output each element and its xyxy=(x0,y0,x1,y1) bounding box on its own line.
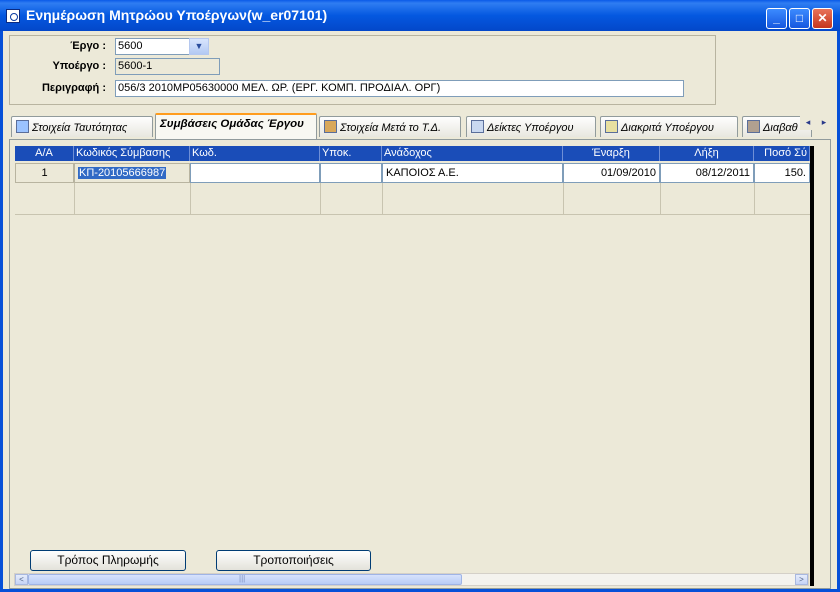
grid-col-divider xyxy=(660,183,661,214)
grid-icon xyxy=(747,120,760,133)
ypoergo-label: Υποέργο : xyxy=(52,60,107,72)
indicator-icon xyxy=(471,120,484,133)
window-title: Ενημέρωση Μητρώου Υποέργων(w_er07101) xyxy=(26,7,328,23)
ypoergo-field[interactable]: 5600-1 xyxy=(115,58,220,75)
grid-col-divider xyxy=(754,183,755,214)
scroll-thumb[interactable]: ||| xyxy=(28,574,462,585)
grid-row-divider xyxy=(15,214,810,215)
column-header-contractor[interactable]: Ανάδοχος xyxy=(382,146,563,161)
column-header-contract-code[interactable]: Κωδικός Σύμβασης xyxy=(74,146,190,161)
grid-col-divider xyxy=(320,183,321,214)
list-icon xyxy=(605,120,618,133)
close-button[interactable]: ✕ xyxy=(812,8,833,29)
cell-start[interactable]: 01/09/2010 xyxy=(563,163,660,183)
perigrafi-field[interactable]: 056/3 2010ΜΡ05630000 ΜΕΛ. ΩΡ. (ΕΡΓ. ΚΟΜΠ… xyxy=(115,80,684,97)
tab-label: Διαβαθ xyxy=(763,122,798,134)
payment-method-button[interactable]: Τρόπος Πληρωμής xyxy=(30,550,186,571)
tab-after-td[interactable]: Στοιχεία Μετά το Τ.Δ. xyxy=(319,116,461,137)
chevron-down-icon[interactable]: ▼ xyxy=(189,38,209,55)
cell-contract-code[interactable]: ΚΠ-20105666987 xyxy=(74,163,190,183)
grid-col-divider xyxy=(190,183,191,214)
ergo-label: Έργο : xyxy=(70,40,106,52)
column-header-subcode[interactable]: Υποκ. xyxy=(320,146,382,161)
grid-col-divider xyxy=(382,183,383,214)
column-header-amount[interactable]: Ποσό Σύ xyxy=(754,146,810,161)
column-header-end[interactable]: Λήξη xyxy=(660,146,754,161)
grip-icon: ||| xyxy=(239,574,246,583)
column-header-code[interactable]: Κωδ. xyxy=(190,146,320,161)
maximize-button[interactable]: □ xyxy=(789,8,810,29)
box-icon xyxy=(324,120,337,133)
tab-label: Διακριτά Υποέργου xyxy=(621,122,714,134)
ergo-combo[interactable]: 5600 xyxy=(115,38,190,55)
grid-col-divider xyxy=(563,183,564,214)
tab-identity[interactable]: Στοιχεία Ταυτότητας xyxy=(11,116,153,137)
identity-icon xyxy=(16,120,29,133)
scroll-right-icon[interactable]: > xyxy=(795,574,808,585)
column-header-aa[interactable]: Α/Α xyxy=(15,146,74,161)
column-header-start[interactable]: Έναρξη xyxy=(563,146,660,161)
cell-subcode[interactable] xyxy=(320,163,382,183)
cell-aa[interactable]: 1 xyxy=(15,163,74,183)
tab-contracts[interactable]: Συμβάσεις Ομάδας Έργου xyxy=(155,113,317,139)
scroll-left-icon[interactable]: < xyxy=(15,574,28,585)
tab-scroll-right-icon[interactable]: ▸ xyxy=(816,115,832,130)
cell-end[interactable]: 08/12/2011 xyxy=(660,163,754,183)
tab-indicators[interactable]: Δείκτες Υποέργου xyxy=(466,116,596,137)
grid-right-edge xyxy=(810,146,814,586)
cell-amount[interactable]: 150. xyxy=(754,163,810,183)
tab-scroll-left-icon[interactable]: ◂ xyxy=(800,115,816,130)
tab-panel xyxy=(9,139,831,589)
amendments-button[interactable]: Τροποποιήσεις xyxy=(216,550,371,571)
cell-contractor[interactable]: ΚΑΠΟΙΟΣ Α.Ε. xyxy=(382,163,563,183)
tab-label: Δείκτες Υποέργου xyxy=(487,122,574,134)
selected-text: ΚΠ-20105666987 xyxy=(78,167,167,179)
tab-label: Στοιχεία Μετά το Τ.Δ. xyxy=(340,122,442,134)
minimize-button[interactable]: _ xyxy=(766,8,787,29)
tab-distinct[interactable]: Διακριτά Υποέργου xyxy=(600,116,738,137)
app-icon[interactable] xyxy=(6,9,20,23)
tab-label: Συμβάσεις Ομάδας Έργου xyxy=(160,118,304,130)
tab-label: Στοιχεία Ταυτότητας xyxy=(32,122,128,134)
perigrafi-label: Περιγραφή : xyxy=(41,82,106,94)
cell-code[interactable] xyxy=(190,163,320,183)
grid-col-divider xyxy=(74,183,75,214)
